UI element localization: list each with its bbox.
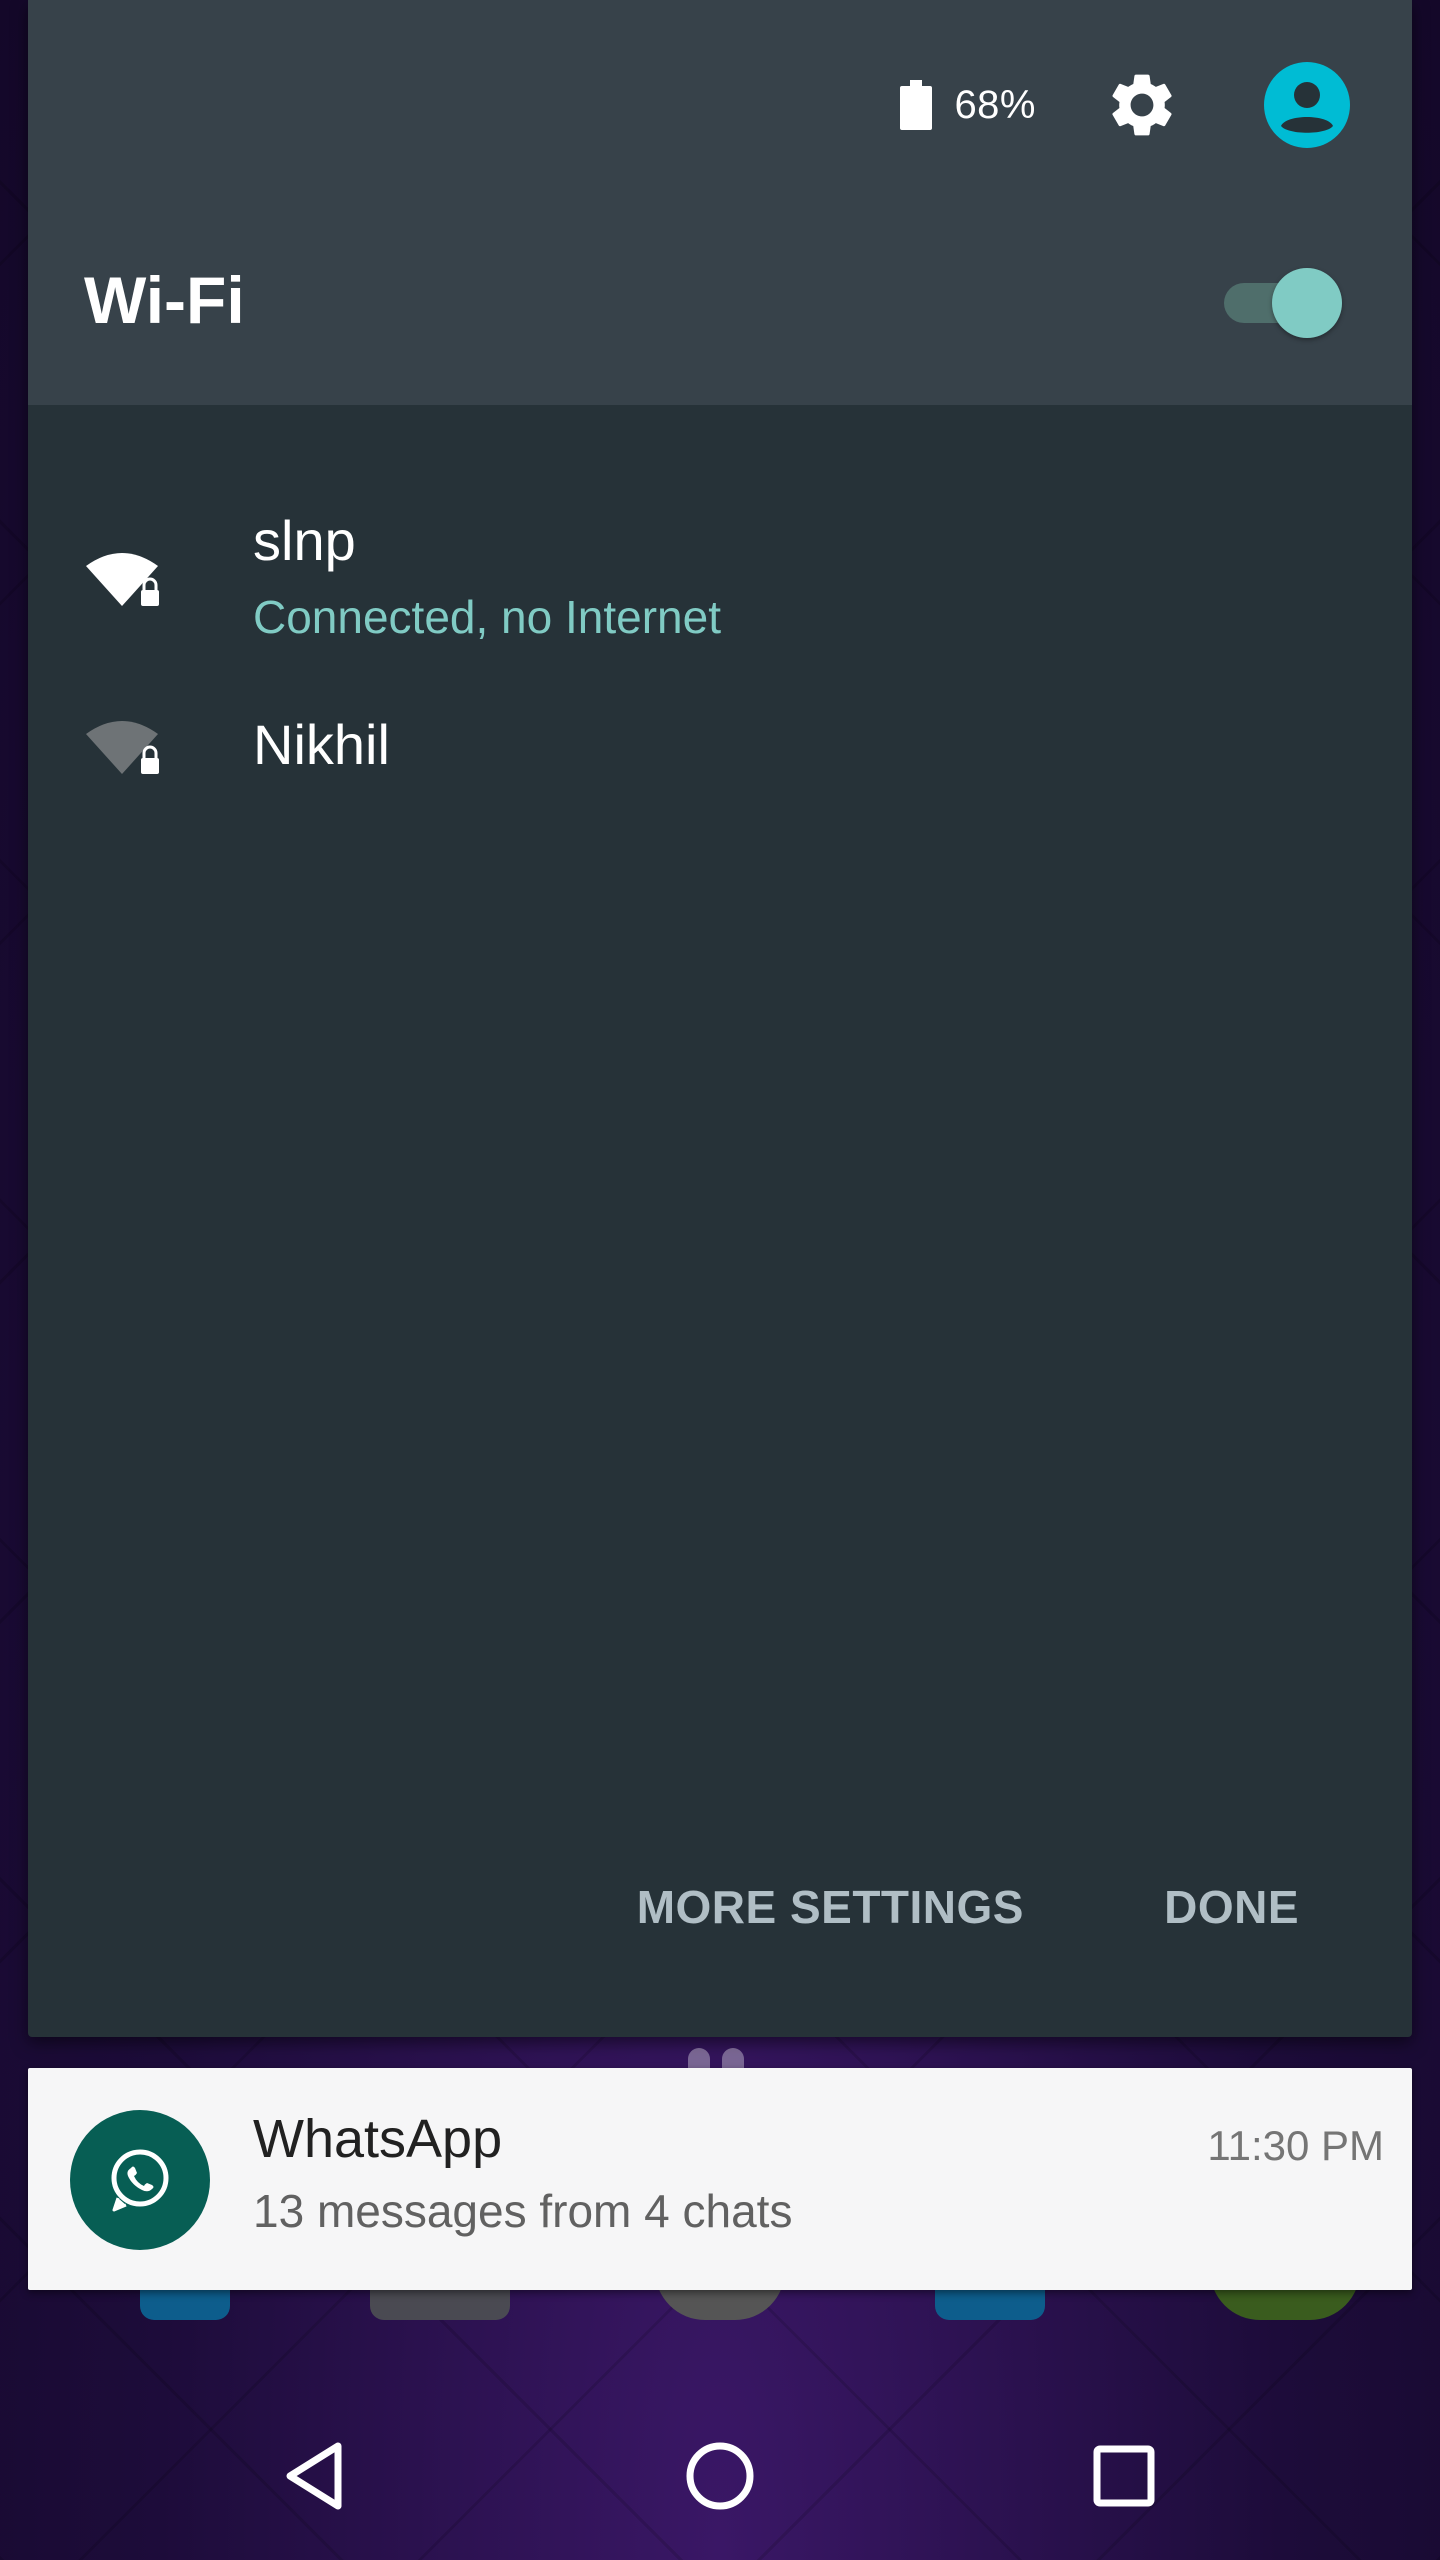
wifi-quick-settings-panel: 68% Wi-Fi slnp Connected, no Internet Ni… — [28, 0, 1412, 2037]
home-icon[interactable] — [680, 2436, 760, 2516]
battery-icon — [900, 80, 933, 130]
back-icon[interactable] — [276, 2436, 356, 2516]
notification-time: 11:30 PM — [1207, 2122, 1384, 2169]
panel-header: 68% Wi-Fi — [28, 0, 1412, 405]
whatsapp-icon — [70, 2110, 210, 2250]
wifi-title: Wi-Fi — [84, 263, 245, 337]
wifi-signal-full-icon — [86, 553, 159, 606]
navigation-bar — [0, 2392, 1440, 2560]
network-name: Nikhil — [253, 713, 390, 776]
account-circle-icon[interactable] — [1264, 62, 1350, 148]
network-name: slnp — [253, 509, 356, 572]
wifi-signal-weak-icon — [86, 721, 159, 774]
notification-title: WhatsApp — [253, 2109, 503, 2169]
more-settings-button[interactable]: MORE SETTINGS — [609, 1872, 1052, 1942]
whatsapp-notification[interactable]: WhatsApp 13 messages from 4 chats 11:30 … — [28, 2068, 1412, 2290]
wifi-toggle[interactable] — [1224, 268, 1342, 338]
notification-text: 13 messages from 4 chats — [253, 2185, 793, 2237]
battery-indicator[interactable]: 68% — [900, 80, 1036, 130]
done-button[interactable]: DONE — [1136, 1872, 1327, 1942]
network-status: Connected, no Internet — [253, 591, 721, 643]
gear-icon[interactable] — [1104, 67, 1180, 143]
recents-icon[interactable] — [1084, 2436, 1164, 2516]
status-row: 68% — [900, 60, 1350, 150]
battery-percent: 68% — [954, 82, 1036, 127]
network-item[interactable]: slnp Connected, no Internet — [28, 480, 1412, 650]
network-item[interactable]: Nikhil — [28, 680, 1412, 850]
